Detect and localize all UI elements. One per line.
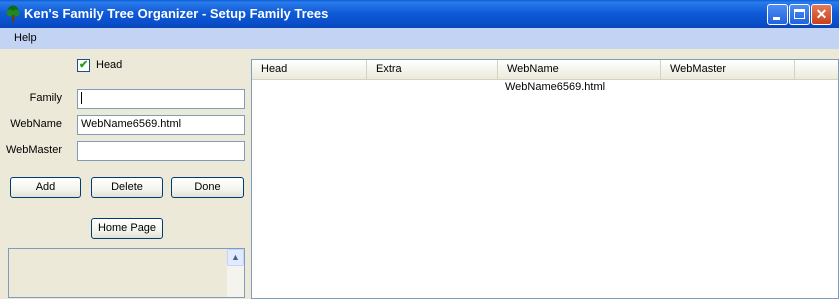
list-header: Head Extra WebName WebMaster xyxy=(252,60,838,80)
family-label: Family xyxy=(29,92,62,104)
window-title: Ken's Family Tree Organizer - Setup Fami… xyxy=(24,6,329,21)
webname-label: WebName xyxy=(10,118,62,130)
scroll-up-icon[interactable]: ▲ xyxy=(227,249,244,266)
menu-help[interactable]: Help xyxy=(14,32,37,44)
row-webname-cell[interactable]: WebName6569.html xyxy=(505,81,605,93)
head-checkbox[interactable]: ✔ xyxy=(77,59,90,72)
minimize-button[interactable] xyxy=(767,4,788,25)
maximize-icon xyxy=(794,9,805,19)
family-field[interactable] xyxy=(77,89,245,109)
family-tree-list[interactable]: Head Extra WebName WebMaster WebName6569… xyxy=(251,59,839,299)
text-caret xyxy=(81,92,82,105)
vertical-scrollbar[interactable]: ▲ xyxy=(227,249,244,297)
menu-bar: Help xyxy=(0,28,839,49)
checkmark-icon: ✔ xyxy=(79,59,89,71)
column-header-extra[interactable]: Extra xyxy=(367,60,498,79)
tree-icon xyxy=(6,5,20,22)
webmaster-field[interactable] xyxy=(77,141,245,161)
maximize-button[interactable] xyxy=(789,4,810,25)
column-header-webname[interactable]: WebName xyxy=(498,60,661,79)
title-bar[interactable]: Ken's Family Tree Organizer - Setup Fami… xyxy=(0,0,839,28)
close-button[interactable]: ✕ xyxy=(811,4,832,25)
close-icon: ✕ xyxy=(815,6,828,22)
add-button[interactable]: Add xyxy=(10,177,81,198)
home-page-button[interactable]: Home Page xyxy=(91,218,163,239)
webmaster-label: WebMaster xyxy=(5,144,62,156)
head-checkbox-label: Head xyxy=(96,59,123,71)
minimize-icon xyxy=(773,17,780,20)
webname-field[interactable]: WebName6569.html xyxy=(77,115,245,135)
column-header-head[interactable]: Head xyxy=(252,60,367,79)
column-header-webmaster[interactable]: WebMaster xyxy=(661,60,795,79)
delete-button[interactable]: Delete xyxy=(91,177,163,198)
done-button[interactable]: Done xyxy=(171,177,244,198)
